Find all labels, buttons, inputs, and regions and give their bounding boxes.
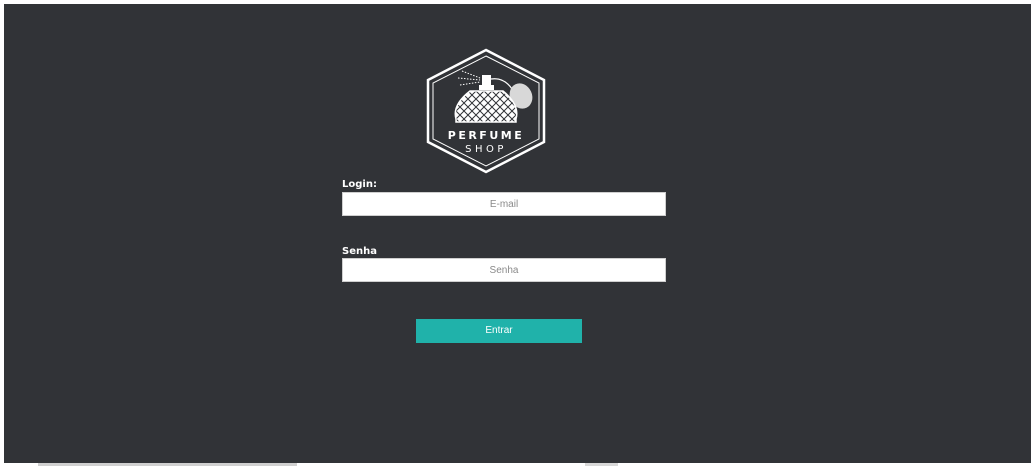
login-submit-button[interactable]: Entrar (416, 319, 582, 343)
senha-label: Senha (342, 246, 377, 257)
logo-text-perfume: PERFUME (448, 129, 524, 142)
login-label: Login: (342, 179, 377, 190)
scrollbar-thumb[interactable] (38, 463, 297, 466)
perfume-bottle-icon: PERFUME SHOP (426, 48, 546, 174)
page: PERFUME SHOP Login: Senha Entrar (0, 0, 1036, 469)
perfume-shop-logo: PERFUME SHOP (424, 47, 548, 175)
email-input[interactable] (342, 192, 666, 216)
logo-text-shop: SHOP (465, 144, 507, 155)
scrollbar-marker (585, 463, 618, 466)
password-input[interactable] (342, 258, 666, 282)
